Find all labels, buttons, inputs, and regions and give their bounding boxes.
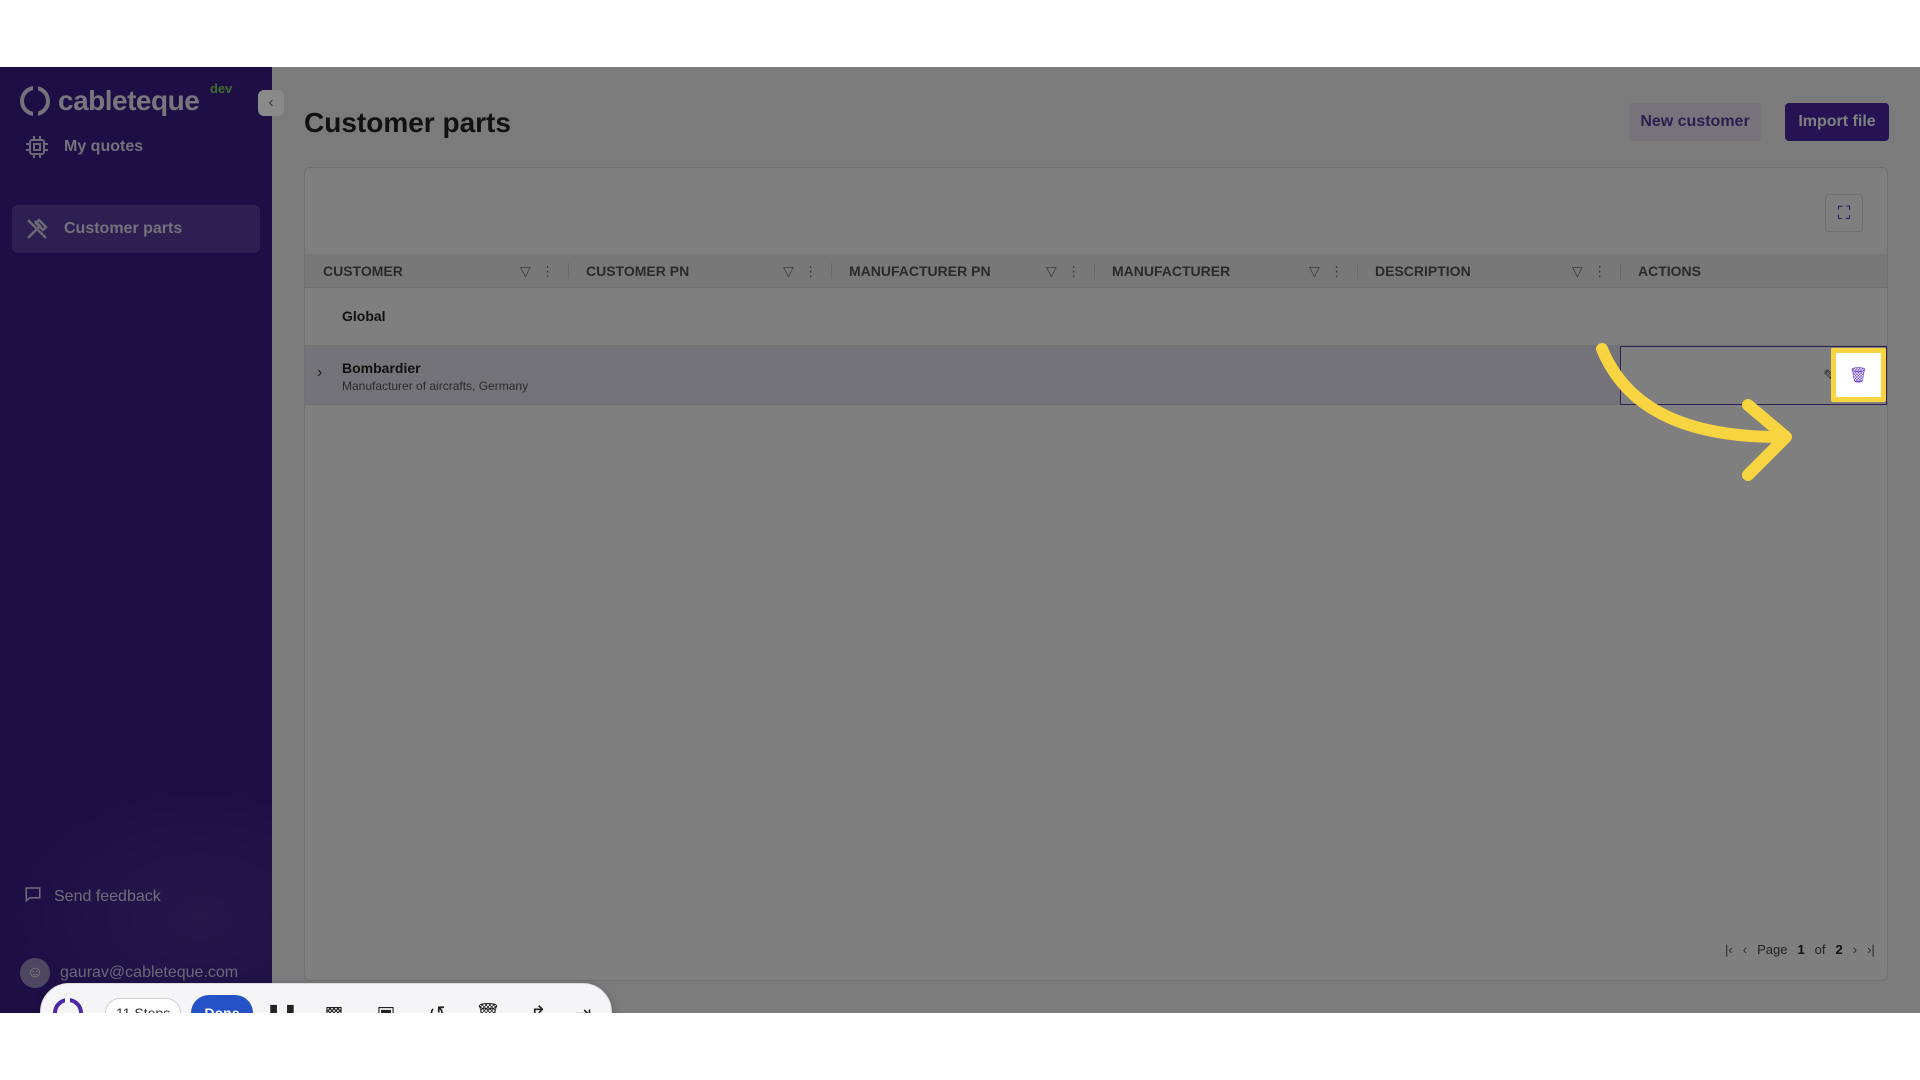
pointer-arrow-icon (1596, 343, 1792, 481)
blur-icon[interactable]: ▩ (321, 1000, 347, 1014)
branch-icon[interactable]: ↱ (525, 1000, 551, 1014)
pause-icon[interactable]: ❚❚ (265, 1000, 299, 1014)
trash-icon: 🗑 (1848, 367, 1869, 384)
trash-icon[interactable]: 🗑 (475, 1000, 501, 1014)
collapse-sidebar-button[interactable]: ‹ (258, 90, 284, 116)
recorder-toolbar: 11 Steps Done ❚❚ ▩ ▣ ↺ 🗑 ↱ ⇥ (40, 983, 612, 1013)
recorder-logo-icon (53, 998, 83, 1013)
steps-counter[interactable]: 11 Steps (105, 998, 182, 1013)
skip-to-end-icon[interactable]: ⇥ (570, 1000, 596, 1014)
dim-overlay (0, 67, 1920, 1013)
undo-icon[interactable]: ↺ (424, 1000, 450, 1014)
app-window: cableteque dev My quotes Customer parts … (0, 67, 1920, 1013)
highlighted-delete-button[interactable]: 🗑 (1831, 348, 1886, 402)
image-icon[interactable]: ▣ (373, 1000, 399, 1014)
done-button[interactable]: Done (191, 995, 253, 1013)
